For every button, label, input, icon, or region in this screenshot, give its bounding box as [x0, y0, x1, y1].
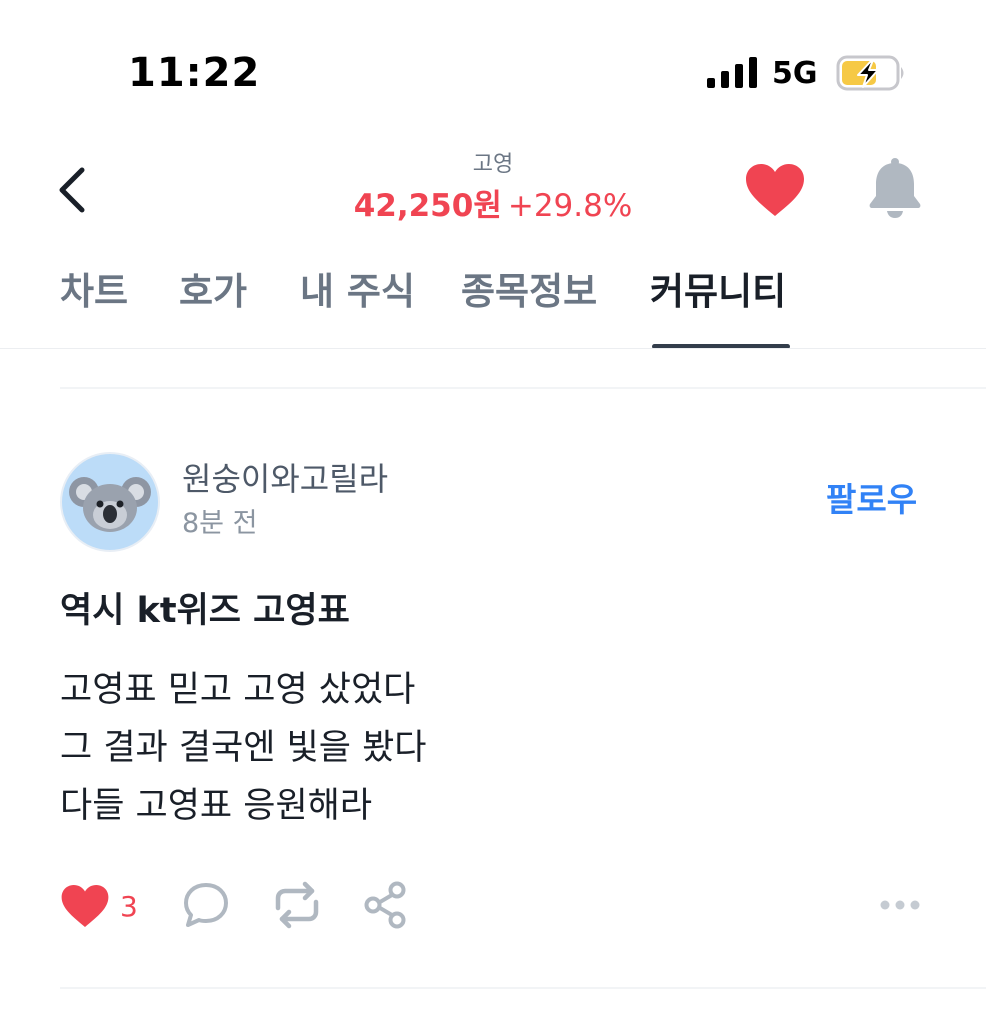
repost-icon [275, 881, 319, 929]
post-time: 8분 전 [182, 508, 258, 539]
more-options-button[interactable] [878, 892, 922, 918]
stock-price: 42,250원 [353, 188, 502, 224]
chevron-left-icon [59, 167, 85, 213]
repost-button[interactable] [270, 880, 324, 930]
tab-orderbook[interactable]: 호가 [179, 266, 247, 318]
signal-bars-icon [707, 57, 757, 88]
avatar[interactable] [60, 452, 160, 552]
tab-chart[interactable]: 차트 [60, 266, 128, 318]
share-button[interactable] [362, 880, 410, 930]
post-title[interactable]: 역시 kt위즈 고영표 [60, 588, 350, 634]
post-body-line: 다들 고영표 응원해라 [60, 786, 373, 826]
status-time: 11:22 [128, 50, 261, 96]
follow-button[interactable]: 팔로우 [826, 478, 917, 522]
stock-name: 고영 [472, 152, 514, 177]
stock-change: +29.8% [507, 188, 633, 224]
bell-icon [869, 158, 921, 218]
stock-header: 고영 42,250원 +29.8% [293, 150, 693, 226]
post-body-line: 고영표 믿고 고영 샀었다 [60, 670, 416, 710]
stock-price-row: 42,250원 +29.8% [293, 186, 693, 226]
post-divider [60, 987, 986, 989]
status-bar: 11:22 5G [0, 0, 986, 140]
comment-icon [184, 883, 228, 927]
heart-icon [746, 164, 804, 216]
feed-divider [60, 387, 986, 389]
back-button[interactable] [50, 160, 100, 220]
share-icon [364, 881, 406, 929]
post-body[interactable]: 고영표 믿고 고영 샀었다 그 결과 결국엔 빛을 봤다 다들 고영표 응원해라 [60, 664, 427, 838]
tab-my-stock[interactable]: 내 주식 [300, 266, 415, 318]
more-icon [880, 900, 920, 910]
post-body-line: 그 결과 결국엔 빛을 봤다 [60, 728, 427, 768]
favorite-button[interactable] [744, 162, 806, 218]
heart-icon [61, 885, 109, 927]
tabs-divider [0, 348, 986, 349]
tab-stock-info[interactable]: 종목정보 [461, 266, 597, 318]
koala-icon [69, 477, 151, 532]
comment-button[interactable] [182, 880, 230, 930]
tab-community[interactable]: 커뮤니티 [650, 266, 786, 318]
author-name[interactable]: 원숭이와고릴라 [182, 458, 388, 500]
like-button[interactable]: 3 [60, 880, 138, 932]
like-count: 3 [120, 889, 138, 923]
notification-button[interactable] [866, 156, 924, 220]
battery-charging-icon [836, 55, 904, 91]
tab-bar: 차트 호가 내 주식 종목정보 커뮤니티 [0, 266, 986, 348]
network-label: 5G [772, 56, 818, 91]
